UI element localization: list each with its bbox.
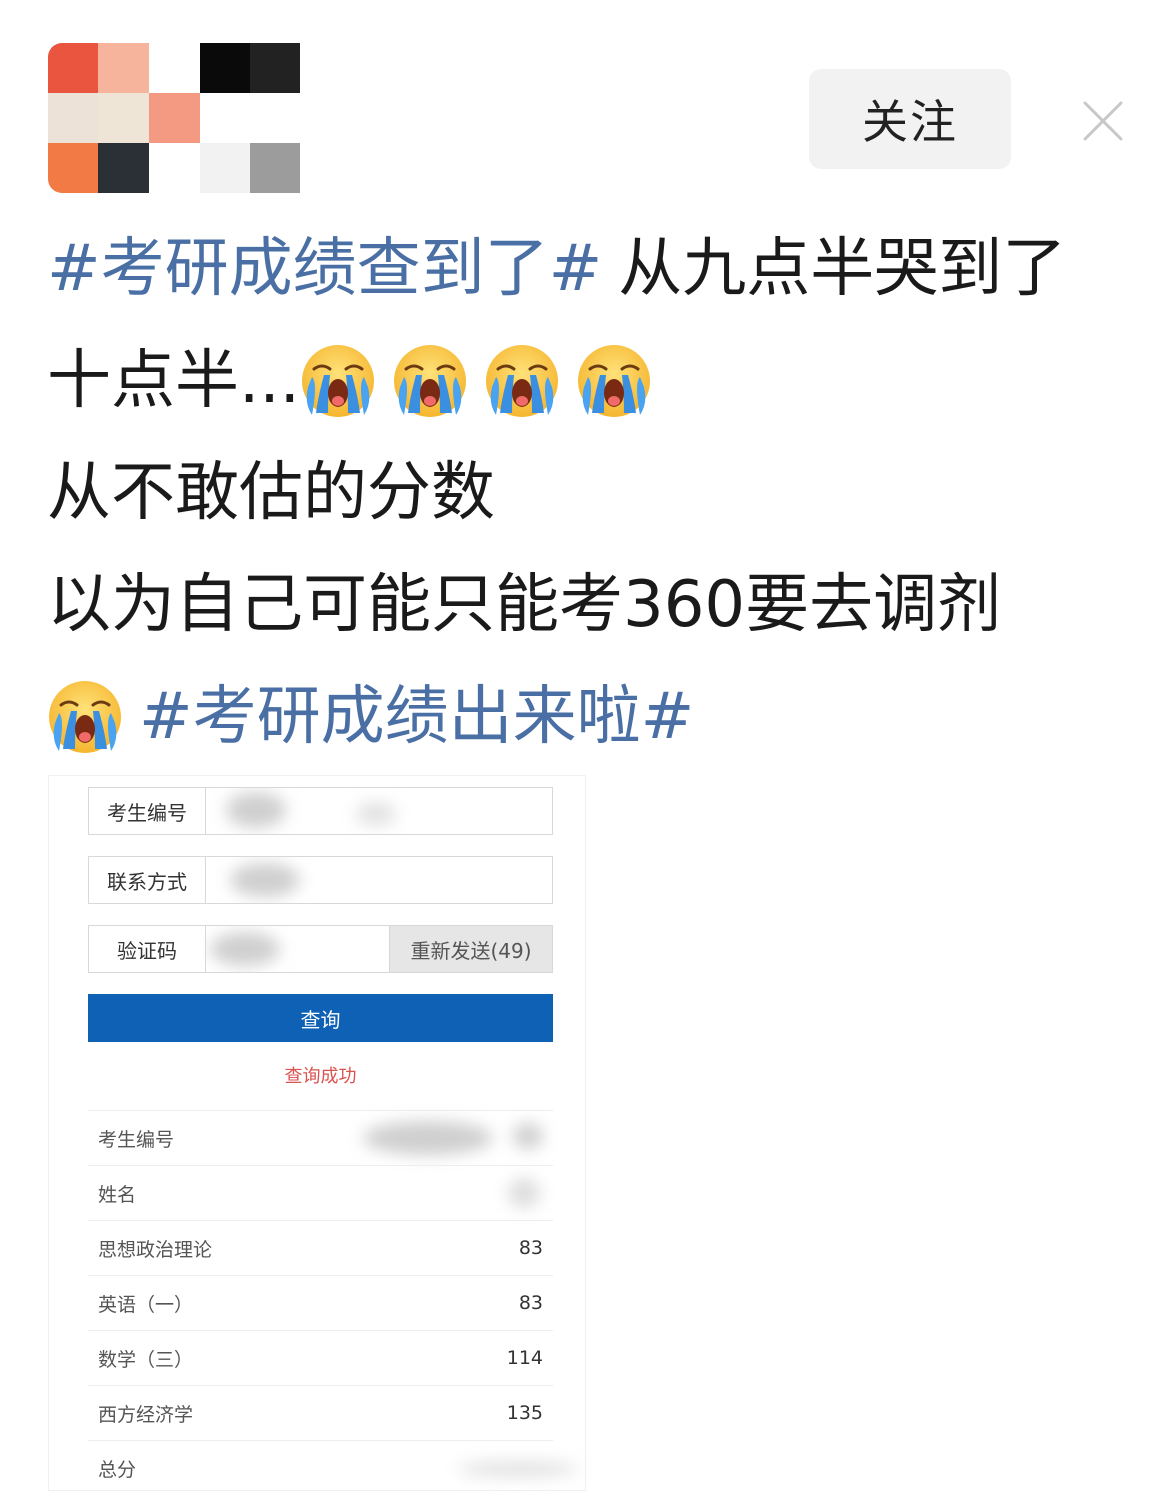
crying-face-icon [576, 343, 652, 419]
table-row: 思想政治理论 83 [88, 1220, 553, 1275]
captcha-input[interactable] [206, 926, 389, 972]
candidate-id-input[interactable] [206, 788, 552, 834]
row-label: 姓名 [98, 1183, 137, 1206]
redaction-blur [356, 802, 396, 826]
avatar-pixel [48, 143, 98, 193]
contact-field[interactable]: 联系方式 [88, 856, 553, 904]
row-label: 总分 [98, 1458, 137, 1481]
username-pixel [250, 93, 300, 143]
redaction-blur [230, 863, 300, 897]
captcha-field[interactable]: 验证码 重新发送(49) [88, 925, 553, 973]
crying-face-icon [47, 679, 123, 755]
hashtag-link[interactable]: #考研成绩查到了# [47, 213, 602, 325]
resend-code-button[interactable]: 重新发送(49) [389, 926, 552, 972]
follow-button[interactable]: 关注 [809, 69, 1011, 169]
score-screenshot[interactable]: 考生编号 联系方式 验证码 重新发送(49) 查询 查询成功 考生编号 姓名 思… [48, 775, 586, 1491]
avatar-pixel [98, 43, 149, 93]
post-text: 从不敢估的分数 [47, 456, 495, 530]
crying-face-icon [300, 343, 376, 419]
avatar-pixel [149, 143, 200, 193]
redaction-blur [508, 1178, 540, 1208]
row-label: 考生编号 [98, 1128, 175, 1151]
row-value: 114 [506, 1347, 543, 1369]
table-row: 数学（三） 114 [88, 1330, 553, 1385]
row-label: 数学（三） [98, 1348, 194, 1371]
post-text: 以为自己可能只能考360要去调剂 [47, 568, 1002, 642]
row-value: 83 [518, 1292, 543, 1314]
row-label: 英语（一） [98, 1293, 194, 1316]
post-text: 十点半... [47, 344, 301, 418]
username-pixel [250, 143, 300, 193]
redaction-blur [226, 792, 286, 828]
post-text: 从九点半哭到了 [618, 232, 1067, 306]
table-row: 总分 [88, 1440, 578, 1495]
post-line: 从不敢估的分数 [47, 437, 1137, 549]
field-label: 考生编号 [89, 788, 206, 834]
field-label: 联系方式 [89, 857, 206, 903]
post-body: #考研成绩查到了# 从九点半哭到了 十点半... 从不敢估的分数 以为自己可能只… [47, 213, 1137, 773]
query-button[interactable]: 查询 [88, 994, 553, 1042]
username-pixelated[interactable] [200, 43, 300, 193]
row-value: 135 [506, 1402, 543, 1424]
crying-face-icon [392, 343, 468, 419]
crying-face-icon [484, 343, 560, 419]
avatar-pixel [98, 93, 149, 143]
username-pixel [250, 43, 300, 93]
username-pixel [200, 93, 250, 143]
score-table: 考生编号 姓名 思想政治理论 83 英语（一） 83 数学（三） 114 西方经… [88, 1110, 578, 1495]
avatar-pixel [98, 143, 149, 193]
table-row: 姓名 [88, 1165, 553, 1220]
contact-input[interactable] [206, 857, 552, 903]
table-row: 考生编号 [88, 1110, 553, 1165]
post-line: 十点半... [47, 325, 1137, 437]
post-line: #考研成绩出来啦# [47, 661, 1137, 773]
post-line: #考研成绩查到了# 从九点半哭到了 [47, 213, 1137, 325]
table-row: 英语（一） 83 [88, 1275, 553, 1330]
success-message: 查询成功 [284, 1066, 357, 1087]
close-icon[interactable] [1082, 100, 1124, 142]
redaction-blur [458, 1461, 578, 1477]
avatar-pixel [48, 43, 98, 93]
table-row: 西方经济学 135 [88, 1385, 553, 1440]
username-pixel [200, 143, 250, 193]
field-label: 验证码 [89, 926, 206, 972]
username-pixel [200, 43, 250, 93]
row-label: 思想政治理论 [98, 1238, 213, 1261]
row-label: 西方经济学 [98, 1403, 194, 1426]
redaction-blur [513, 1123, 543, 1149]
avatar[interactable] [48, 43, 200, 193]
avatar-pixel [48, 93, 98, 143]
post-line: 以为自己可能只能考360要去调剂 [47, 549, 1137, 661]
avatar-pixel [149, 43, 200, 93]
row-value: 83 [518, 1237, 543, 1259]
redaction-blur [363, 1121, 493, 1155]
avatar-pixel [149, 93, 200, 143]
hashtag-link[interactable]: #考研成绩出来啦# [139, 661, 694, 773]
candidate-id-field[interactable]: 考生编号 [88, 787, 553, 835]
redaction-blur [210, 932, 280, 966]
